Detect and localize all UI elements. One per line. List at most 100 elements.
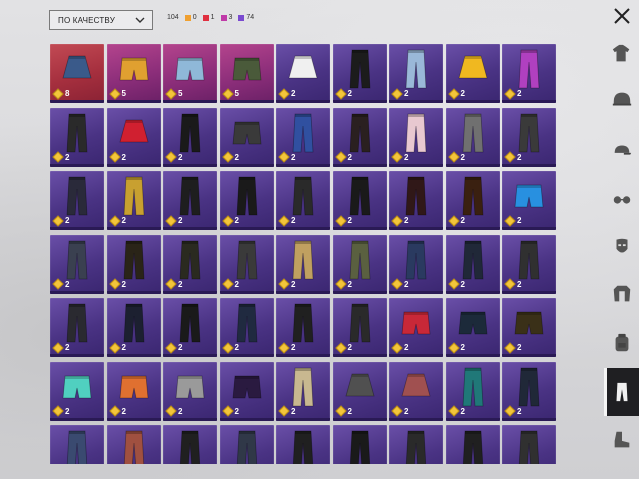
item-quantity-value: 2	[347, 279, 352, 289]
item-tile[interactable]: 2	[50, 361, 104, 421]
item-tile[interactable]: 2	[50, 171, 104, 230]
item-tile[interactable]: 2	[276, 171, 330, 230]
item-tile[interactable]: 2	[163, 361, 217, 421]
item-tile[interactable]: 2	[219, 171, 274, 230]
item-tile[interactable]: 5	[106, 44, 161, 103]
item-quantity: 2	[108, 341, 126, 354]
item-tile[interactable]: 2	[389, 44, 443, 103]
red-swatch	[202, 14, 209, 21]
item-tile[interactable]: 2	[219, 298, 274, 357]
item-tile[interactable]: 2	[389, 361, 443, 421]
item-quantity-value: 2	[347, 152, 352, 162]
item-tile[interactable]: 2	[50, 107, 104, 167]
item-tile[interactable]: 2	[276, 44, 330, 103]
item-tile[interactable]: 2	[276, 361, 330, 421]
item-tile[interactable]: 5	[219, 44, 274, 103]
pants-icon	[453, 112, 493, 154]
item-tile[interactable]: 2	[276, 234, 330, 294]
sort-dropdown[interactable]: ПО КАЧЕСТВУ	[49, 10, 153, 30]
item-tile[interactable]: 2	[445, 234, 500, 294]
item-quantity: 2	[447, 151, 465, 163]
coin-icon	[221, 341, 234, 354]
category-tab[interactable]	[604, 223, 639, 271]
category-tab[interactable]	[604, 319, 639, 367]
item-tile[interactable]: 2	[163, 107, 217, 167]
item-quantity-value: 2	[517, 152, 522, 162]
category-tab[interactable]	[604, 416, 639, 464]
shorts-icon	[114, 48, 154, 90]
item-tile[interactable]: 2	[502, 298, 556, 357]
item-quantity-value: 2	[234, 343, 239, 352]
item-tile[interactable]: 2	[276, 425, 330, 464]
item-tile[interactable]: 2	[106, 171, 161, 230]
item-tile[interactable]: 2	[445, 361, 500, 421]
category-tab[interactable]	[604, 270, 639, 318]
item-tile[interactable]: 2	[445, 298, 500, 357]
item-quantity-value: 2	[404, 279, 409, 289]
item-tile[interactable]: 2	[106, 298, 161, 357]
item-tile[interactable]: 2	[332, 234, 387, 294]
item-tile[interactable]: 2	[502, 171, 556, 230]
category-tab[interactable]	[604, 30, 639, 78]
item-quantity-value: 2	[517, 216, 522, 225]
category-tab[interactable]	[604, 76, 639, 124]
item-tile[interactable]: 2	[389, 107, 443, 167]
item-tile[interactable]: 2	[163, 171, 217, 230]
item-tile[interactable]: 2	[389, 298, 443, 357]
item-tile[interactable]: 2	[502, 44, 556, 103]
tile-footer	[163, 354, 217, 357]
item-tile[interactable]: 2	[219, 234, 274, 294]
item-tile[interactable]: 2	[332, 298, 387, 357]
item-tile[interactable]: 2	[163, 298, 217, 357]
item-tile[interactable]: 2	[106, 107, 161, 167]
item-tile[interactable]: 2	[502, 425, 556, 464]
item-tile[interactable]: 2	[163, 234, 217, 294]
item-tile[interactable]: 2	[276, 298, 330, 357]
item-tile[interactable]: 5	[163, 44, 217, 103]
item-tile[interactable]: 2	[332, 107, 387, 167]
pants-icon	[340, 429, 380, 464]
item-tile[interactable]: 2	[445, 44, 500, 103]
item-tile[interactable]: 2	[106, 361, 161, 421]
item-tile[interactable]: 2	[502, 107, 556, 167]
item-quantity: 5	[165, 87, 182, 100]
item-tile[interactable]: 2	[445, 107, 500, 167]
pants-icon	[509, 366, 549, 408]
item-tile[interactable]: 2	[389, 234, 443, 294]
item-quantity: 2	[391, 341, 408, 354]
item-quantity-value: 2	[404, 406, 409, 416]
item-tile[interactable]: 2	[502, 234, 556, 294]
tile-footer	[276, 100, 330, 103]
item-tile[interactable]: 2	[389, 425, 443, 464]
close-icon[interactable]	[612, 6, 632, 26]
item-tile[interactable]: 2	[389, 171, 443, 230]
item-tile[interactable]: 2	[163, 425, 217, 464]
item-tile[interactable]: 2	[445, 171, 500, 230]
category-tab[interactable]	[604, 368, 639, 416]
item-tile[interactable]: 8	[50, 44, 104, 103]
item-tile[interactable]: 2	[219, 425, 274, 464]
coin-icon	[278, 278, 290, 290]
item-tile[interactable]: 2	[502, 361, 556, 421]
item-tile[interactable]: 2	[50, 425, 104, 464]
item-tile[interactable]: 2	[106, 234, 161, 294]
item-tile[interactable]: 2	[50, 298, 104, 357]
item-tile[interactable]: 2	[50, 234, 104, 294]
item-quantity-value: 8	[65, 89, 70, 98]
item-tile[interactable]: 2	[219, 107, 274, 167]
category-tab[interactable]	[604, 175, 639, 223]
item-tile[interactable]: 2	[332, 44, 387, 103]
coin-icon	[221, 405, 234, 417]
pants-icon	[509, 429, 549, 464]
item-tile[interactable]: 2	[332, 425, 387, 464]
item-quantity: 2	[447, 87, 465, 100]
item-tile[interactable]: 2	[276, 107, 330, 167]
item-tile[interactable]: 2	[445, 425, 500, 464]
item-tile[interactable]: 2	[219, 361, 274, 421]
item-tile[interactable]: 2	[106, 425, 161, 464]
tile-footer	[445, 100, 500, 103]
item-quantity-value: 2	[65, 406, 70, 416]
item-tile[interactable]: 2	[332, 171, 387, 230]
category-tab[interactable]	[604, 127, 639, 175]
item-tile[interactable]: 2	[332, 361, 387, 421]
